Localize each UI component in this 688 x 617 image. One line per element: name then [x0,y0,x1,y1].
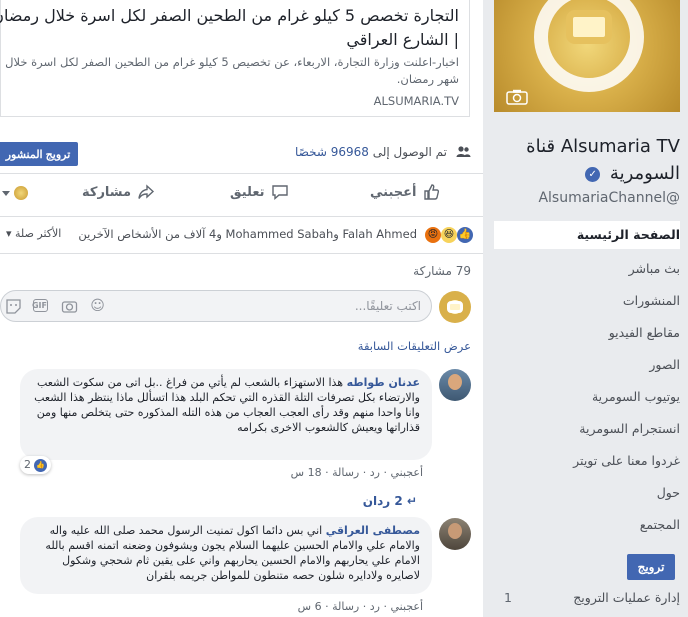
chevron-down-icon [2,190,10,196]
nav-label: الصفحة الرئيسية [576,227,680,242]
nav-label: مقاطع الفيديو [608,325,680,340]
nav-posts[interactable]: المنشورات [494,285,680,317]
comment-bubble: عدنان طواطه هذا الاستهزاء بالشعب لم يأتي… [20,369,432,460]
comment-label: تعليق [230,184,265,200]
page-handle[interactable]: @AlsumariaChannel [494,190,680,206]
comment-author[interactable]: مصطفى العراقي [326,524,420,537]
promote-button[interactable]: ترويج [627,554,675,580]
nav-label: بث مباشر [628,261,680,276]
reach-text[interactable]: تم الوصول إلى 96968 شخصًا [295,145,447,159]
avatar[interactable] [439,369,471,401]
boost-post-button[interactable]: ترويج المنشور [0,142,78,166]
link-title[interactable]: التجارة تخصص 5 كيلو غرام من الطحين الصفر… [0,4,459,52]
emoji-icon[interactable]: ☺ [89,298,106,315]
avatar[interactable] [439,518,471,550]
comment-like-link[interactable]: أعجبني [390,600,423,613]
haha-reaction-icon[interactable]: 😆 [441,227,457,243]
divider [0,173,483,174]
nav-home[interactable]: الصفحة الرئيسية [494,221,680,249]
page-logo-icon [447,301,463,313]
manage-promotions[interactable]: إدارة عمليات الترويج 1 [494,590,680,605]
reach-suffix: شخصًا [295,145,327,159]
thumbs-up-icon [424,184,440,200]
view-replies[interactable]: ↵ 2 ردان [363,494,417,508]
comment-meta: أعجبني · رد · رسالة · 18 س [290,466,423,479]
nav-live[interactable]: بث مباشر [494,253,680,285]
nav-youtube[interactable]: يوتيوب السومرية [494,381,680,413]
nav-label: حول [656,485,680,500]
comment-time[interactable]: 18 س [291,466,322,479]
logo-inner [566,10,612,44]
camera-glyph [61,301,78,313]
gif-icon[interactable]: GIF [32,299,48,312]
divider [0,216,483,217]
link-preview-card[interactable]: التجارة تخصص 5 كيلو غرام من الطحين الصفر… [0,0,470,117]
nav-about[interactable]: حول [494,477,680,509]
commenter-avatar [439,291,471,323]
comment-meta: أعجبني · رد · رسالة · 6 س [297,600,423,613]
reach-number: 96968 [330,145,369,159]
comment-like-link[interactable]: أعجبني [390,466,423,479]
manage-promotions-label: إدارة عمليات الترويج [573,590,680,605]
most-relevant-label: الأكثر صلة [15,227,62,240]
nav-community[interactable]: المجتمع [494,509,680,541]
people-icon [456,146,471,157]
nav-twitter[interactable]: غردوا معنا على تويتر [494,445,680,477]
shares-count[interactable]: 79 مشاركة [413,264,471,278]
comment-icon [271,185,288,201]
page-avatar-small [14,186,28,200]
angry-reaction-icon[interactable]: 😡 [425,227,441,243]
comment-like-count[interactable]: 2 👍 [20,456,51,474]
comment-reply-link[interactable]: رد [370,466,380,479]
page-title[interactable]: Alsumaria TV قناة السومرية ✓ [494,133,680,187]
comment-message-link[interactable]: رسالة [332,466,359,479]
reply-arrow-icon: ↵ [406,494,417,508]
comment-reply-link[interactable]: رد [370,600,380,613]
nav-label: انستجرام السومرية [579,421,680,436]
comment-time[interactable]: 6 س [298,600,322,613]
camera-icon[interactable] [506,89,528,105]
nav-label: المجتمع [639,517,680,532]
link-description: اخبار-اعلنت وزارة التجارة، الاربعاء، عن … [5,55,459,86]
reactions-summary[interactable]: Falah Ahmed وMohammed Sabah و4 آلاف من ا… [78,227,417,241]
comment-button[interactable]: تعليق [230,183,289,201]
link-domain: ALSUMARIA.TV [373,94,459,108]
nav-instagram[interactable]: انستجرام السومرية [494,413,680,445]
comment-bubble: مصطفى العراقي اني بس دائما اكول تمنيت ال… [20,517,432,594]
verified-badge-icon: ✓ [585,166,601,182]
person-icon [448,523,462,539]
post-as-selector[interactable] [2,186,28,200]
share-label: مشاركة [82,184,132,200]
like-badge-icon: 👍 [34,458,47,472]
comment-likes-number: 2 [24,458,31,471]
share-button[interactable]: مشاركة [82,183,155,201]
person-icon [448,374,462,390]
nav-label: يوتيوب السومرية [591,389,680,404]
share-icon [138,184,155,199]
nav-videos[interactable]: مقاطع الفيديو [494,317,680,349]
reach-prefix: تم الوصول إلى [372,145,447,159]
like-button[interactable]: أعجبني [370,183,440,201]
nav-label: المنشورات [622,293,680,308]
post-feed: التجارة تخصص 5 كيلو غرام من الطحين الصفر… [0,0,483,617]
page-name-text: Alsumaria TV قناة السومرية [526,136,680,184]
like-reaction-icon[interactable]: 👍 [457,227,473,243]
most-relevant-filter[interactable]: الأكثر صلة ▾ [6,227,61,240]
divider [0,253,483,254]
nav-label: غردوا معنا على تويتر [573,453,680,468]
replies-count: 2 ردان [362,494,403,508]
comment-message-link[interactable]: رسالة [332,600,359,613]
page-navigation: الصفحة الرئيسية بث مباشر المنشورات مقاطع… [494,221,680,541]
comment-author[interactable]: عدنان طواطه [347,376,420,389]
like-label: أعجبني [370,184,417,200]
sticker-glyph [6,299,21,314]
view-previous-comments[interactable]: عرض التعليقات السابقة [358,339,471,353]
camera-icon[interactable] [61,298,78,315]
nav-label: الصور [649,357,680,372]
nav-photos[interactable]: الصور [494,349,680,381]
sticker-icon[interactable] [5,298,22,315]
manage-promotions-count: 1 [504,590,512,605]
